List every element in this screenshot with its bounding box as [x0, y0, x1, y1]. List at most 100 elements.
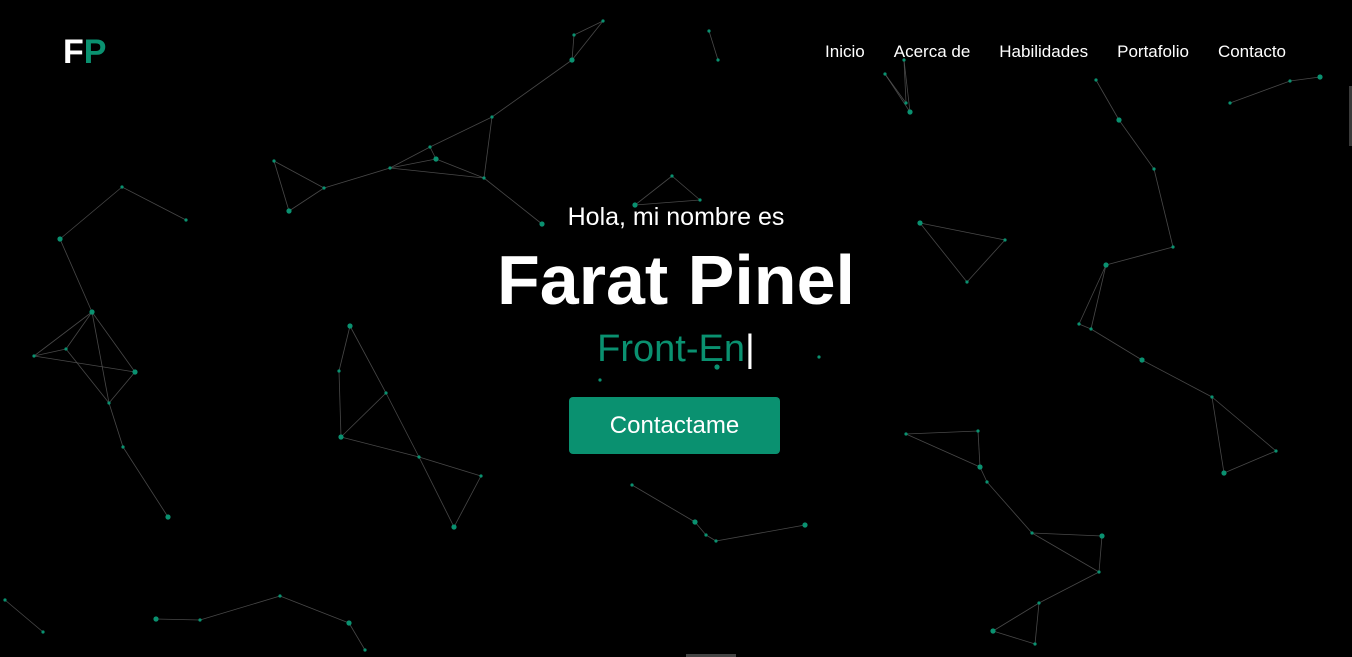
nav-link-inicio[interactable]: Inicio [825, 42, 865, 62]
nav-link-habilidades[interactable]: Habilidades [999, 42, 1088, 62]
hero-greeting: Hola, mi nombre es [567, 203, 785, 231]
logo-letter-f: F [63, 33, 84, 71]
particle-dot [704, 533, 708, 537]
particle-dot [451, 524, 457, 530]
particle-dot [3, 598, 7, 602]
particle-link [1098, 535, 1103, 573]
particle-dot [363, 648, 367, 652]
particle-link [571, 34, 575, 61]
particle-link [483, 116, 493, 179]
particle-link [1031, 532, 1103, 537]
particle-link [715, 524, 806, 542]
particle-link [385, 392, 420, 458]
particle-link [1229, 80, 1291, 104]
particle-dot [1274, 449, 1278, 453]
particle-dot [433, 156, 439, 162]
particle-dot [165, 514, 171, 520]
nav-link-contacto[interactable]: Contacto [1218, 42, 1286, 62]
particle-link [453, 475, 482, 528]
typing-cursor: | [744, 328, 755, 370]
particle-link [491, 59, 573, 118]
particle-dot [428, 145, 432, 149]
particle-dot [572, 33, 576, 37]
particle-dot [1317, 74, 1323, 80]
particle-dot [272, 159, 276, 163]
particle-dot [692, 519, 698, 525]
nav-link-portafolio[interactable]: Portafolio [1117, 42, 1189, 62]
particle-link [108, 402, 124, 448]
particle-dot [41, 630, 45, 634]
particle-link [992, 602, 1040, 632]
particle-dot [802, 522, 808, 528]
particle-link [122, 446, 169, 518]
nav-link-acerca-de[interactable]: Acerca de [894, 42, 971, 62]
particle-dot [153, 616, 159, 622]
particle-dot [120, 185, 124, 189]
particle-link [1289, 76, 1321, 82]
particle-dot [707, 29, 711, 33]
particle-link [4, 599, 44, 633]
particle-dot [121, 445, 125, 449]
particle-dot [1210, 395, 1214, 399]
hero-role-text: Front-En [597, 328, 745, 370]
particle-link [1118, 119, 1155, 170]
particle-link [273, 160, 325, 189]
particle-dot [338, 434, 344, 440]
particle-dot [346, 620, 352, 626]
particle-dot [1037, 601, 1041, 605]
particle-dot [1097, 570, 1101, 574]
particle-dot [714, 539, 718, 543]
particle-link [279, 595, 350, 624]
particle-dot [716, 58, 720, 62]
particle-link [708, 30, 719, 61]
particle-dot [598, 378, 602, 382]
particle-link [1211, 396, 1225, 474]
particle-link [199, 595, 281, 621]
particle-dot [490, 115, 494, 119]
particle-link [323, 167, 391, 189]
particle-link [108, 371, 136, 404]
particle-dot [278, 594, 282, 598]
particle-dot [384, 391, 388, 395]
particle-dot [322, 186, 326, 190]
particle-dot [904, 101, 908, 105]
main-nav: Inicio Acerca de Habilidades Portafolio … [825, 42, 1286, 62]
particle-dot [417, 455, 421, 459]
particle-dot [1033, 642, 1037, 646]
particle-link [348, 622, 366, 651]
particle-link [905, 433, 981, 468]
particle-link [1095, 79, 1120, 121]
particle-dot [904, 432, 908, 436]
particle-dot [1288, 79, 1292, 83]
particle-link [1223, 450, 1277, 474]
particle-dot [107, 401, 111, 405]
contact-button[interactable]: Contactame [569, 397, 780, 454]
particle-dot [1116, 117, 1122, 123]
particle-link [671, 175, 701, 201]
particle-link [631, 484, 696, 523]
particle-dot [977, 464, 983, 470]
particle-dot [976, 429, 980, 433]
particle-link [418, 456, 455, 528]
particle-link [155, 618, 201, 621]
particle-link [986, 481, 1033, 534]
particle-dot [479, 474, 483, 478]
particle-link [338, 370, 342, 438]
particle-link [1031, 532, 1100, 573]
site-logo[interactable]: FP [63, 33, 106, 71]
particle-dot [1099, 533, 1105, 539]
particle-link [571, 20, 604, 61]
particle-link [905, 430, 979, 435]
particle-link [977, 430, 981, 468]
particle-link [1211, 396, 1277, 452]
particle-dot [883, 72, 887, 76]
particle-dot [482, 176, 486, 180]
particle-link [418, 456, 482, 477]
particle-link [573, 20, 604, 36]
particle-dot [990, 628, 996, 634]
particle-dot [388, 166, 392, 170]
particle-link [1034, 602, 1040, 645]
hero-name: Farat Pinel [497, 241, 855, 319]
particle-link [389, 158, 437, 169]
particle-dot [1228, 101, 1232, 105]
